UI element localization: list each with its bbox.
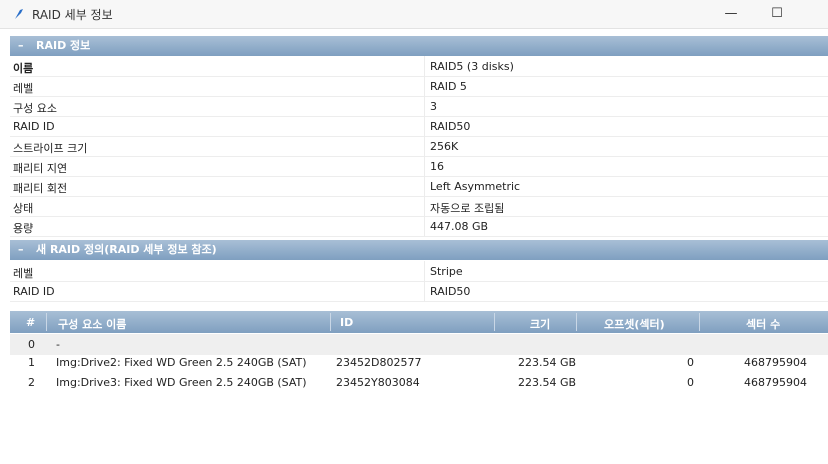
cell-name: - [56,338,60,351]
prop-key: 패리티 회전 [13,182,68,195]
title-bar: RAID 세부 정보 — ☐ [0,0,828,29]
cell-size: 223.54 GB [518,356,577,369]
window-title: RAID 세부 정보 [32,8,113,22]
column-divider [424,156,425,176]
cell-name: Img:Drive2: Fixed WD Green 2.5 240GB (SA… [56,356,307,369]
prop-row-raid-id: RAID ID RAID50 [10,116,828,137]
prop-key: 상태 [13,202,34,215]
table-row[interactable]: 2 Img:Drive3: Fixed WD Green 2.5 240GB (… [10,372,828,393]
prop-key: 레벨 [13,267,34,280]
column-header-name[interactable]: 구성 요소 이름 [58,316,126,332]
cell-size: 223.54 GB [518,376,577,389]
cell-number: 1 [28,356,35,369]
prop-value: 256K [430,140,459,153]
prop-key: 패리티 지연 [13,162,68,175]
column-divider [424,56,425,76]
section-raid-info-header[interactable]: – RAID 정보 [10,36,828,56]
section-title: RAID 정보 [36,39,91,52]
maximize-button[interactable]: ☐ [754,0,800,28]
prop-value: 자동으로 조립됨 [430,202,505,215]
prop-value: RAID 5 [430,80,467,93]
cell-offset: 0 [687,376,694,389]
prop-key: 레벨 [13,82,34,95]
minimize-button[interactable]: — [708,0,754,28]
prop-row-level: 레벨 RAID 5 [10,76,828,97]
column-divider [424,176,425,196]
column-header-size[interactable]: 크기 [530,316,550,332]
column-divider [424,261,425,281]
prop-value: 447.08 GB [430,220,489,233]
cell-id: 23452D802577 [336,356,422,369]
prop-row-parity-rotation: 패리티 회전 Left Asymmetric [10,176,828,197]
cell-number: 0 [28,338,35,351]
column-header-id[interactable]: ID [340,316,353,329]
prop-row-new-level: 레벨 Stripe [10,261,828,282]
prop-row-members: 구성 요소 3 [10,96,828,117]
column-divider[interactable] [576,313,577,331]
prop-key: RAID ID [13,120,55,133]
column-divider [424,281,425,301]
section-new-raid-header[interactable]: – 새 RAID 정의(RAID 세부 정보 참조) [10,240,828,260]
prop-key: 스트라이프 크기 [13,142,88,155]
cell-id: 23452Y803084 [336,376,420,389]
column-divider [424,196,425,216]
prop-value: RAID50 [430,120,471,133]
prop-key: 구성 요소 [13,102,57,115]
prop-key: 용량 [13,222,34,235]
prop-row-status: 상태 자동으로 조립됨 [10,196,828,217]
prop-row-new-raid-id: RAID ID RAID50 [10,281,828,302]
column-divider [424,136,425,156]
app-logo-icon [15,9,23,19]
cell-number: 2 [28,376,35,389]
collapse-icon[interactable]: – [18,36,28,56]
prop-value: RAID5 (3 disks) [430,60,514,73]
table-row[interactable]: 1 Img:Drive2: Fixed WD Green 2.5 240GB (… [10,352,828,373]
prop-row-name: 이름 RAID5 (3 disks) [10,56,828,77]
prop-row-capacity: 용량 447.08 GB [10,216,828,237]
column-divider [424,96,425,116]
collapse-icon[interactable]: – [18,240,28,260]
column-divider [424,216,425,236]
column-divider [424,76,425,96]
column-divider[interactable] [330,313,331,331]
section-title: 새 RAID 정의(RAID 세부 정보 참조) [36,243,217,256]
members-table-header: # 구성 요소 이름 ID 크기 오프셋(섹터) 섹터 수 [10,311,828,333]
column-header-offset[interactable]: 오프셋(섹터) [604,316,665,332]
prop-row-stripe-size: 스트라이프 크기 256K [10,136,828,157]
prop-value: Stripe [430,265,463,278]
column-divider[interactable] [46,313,47,331]
prop-value: RAID50 [430,285,471,298]
column-header-number[interactable]: # [26,316,35,329]
prop-value: Left Asymmetric [430,180,521,193]
cell-name: Img:Drive3: Fixed WD Green 2.5 240GB (SA… [56,376,307,389]
prop-value: 16 [430,160,444,173]
cell-offset: 0 [687,356,694,369]
prop-row-parity-delay: 패리티 지연 16 [10,156,828,177]
prop-value: 3 [430,100,437,113]
column-divider[interactable] [699,313,700,331]
cell-sectors: 468795904 [744,356,807,369]
column-divider[interactable] [494,313,495,331]
column-header-sectors[interactable]: 섹터 수 [746,316,780,332]
column-divider [424,116,425,136]
cell-sectors: 468795904 [744,376,807,389]
prop-key: 이름 [13,62,34,75]
prop-key: RAID ID [13,285,55,298]
